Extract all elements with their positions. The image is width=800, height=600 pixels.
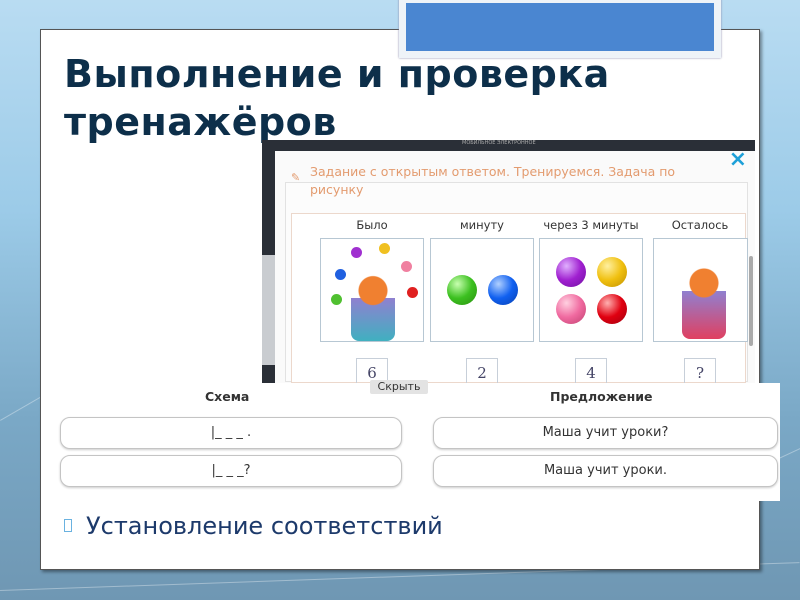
bullet-item: Установление соответствий: [64, 512, 443, 540]
column-remaining: Осталось ?: [648, 214, 752, 386]
hide-button[interactable]: Скрыть: [370, 380, 428, 394]
background-sidebar: [262, 255, 276, 365]
answer-box[interactable]: 2: [466, 358, 498, 386]
slide-title: Выполнение и проверка тренажёров: [64, 50, 610, 146]
bullet-text: Установление соответствий: [86, 512, 443, 540]
title-line-1: Выполнение и проверка: [64, 52, 610, 96]
title-line-2: тренажёров: [64, 100, 337, 144]
column-label: Осталось: [671, 218, 729, 232]
task-modal: ✎ Задание с открытым ответом. Тренируемс…: [275, 147, 755, 386]
answer-box[interactable]: ?: [684, 358, 716, 386]
scheme-card[interactable]: |_ _ _?: [60, 455, 402, 487]
scheme-card[interactable]: |_ _ _ .: [60, 417, 402, 449]
column-label: Было: [356, 218, 388, 232]
scrollbar[interactable]: [749, 256, 753, 346]
pencil-icon: ✎: [291, 171, 301, 184]
sentence-card[interactable]: Маша учит уроки?: [433, 417, 778, 449]
column-minute: минуту 2: [430, 214, 534, 386]
answer-box[interactable]: 4: [575, 358, 607, 386]
scheme-header: Схема: [205, 389, 250, 404]
task-title: Задание с открытым ответом. Тренируемся.…: [310, 164, 676, 197]
column-after-3-minutes: через 3 минуты 4: [539, 214, 643, 386]
column-before: Было 6: [320, 214, 424, 386]
clown-icon: [351, 269, 395, 341]
bullet-icon: [64, 519, 72, 532]
sentence-header: Предложение: [550, 389, 653, 404]
close-icon[interactable]: ×: [729, 147, 747, 172]
header-logo-text: МОБИЛЬНОЕ ЭЛЕКТРОННОЕ: [462, 140, 536, 146]
matching-panel: Схема Предложение |_ _ _ . |_ _ _? Маша …: [55, 383, 780, 501]
juggling-clown-image: [320, 238, 424, 342]
sentence-card[interactable]: Маша учит уроки.: [433, 455, 778, 487]
clown-icon: [681, 259, 726, 339]
picture-task-card: Было 6 минуту 2 через 3 минуты 4 Осталос…: [291, 213, 748, 386]
sad-clown-image: [652, 238, 748, 342]
column-label: через 3 минуты: [543, 218, 639, 232]
column-label: минуту: [460, 218, 504, 232]
two-balls-image: [430, 238, 534, 342]
four-balls-image: [539, 238, 643, 342]
